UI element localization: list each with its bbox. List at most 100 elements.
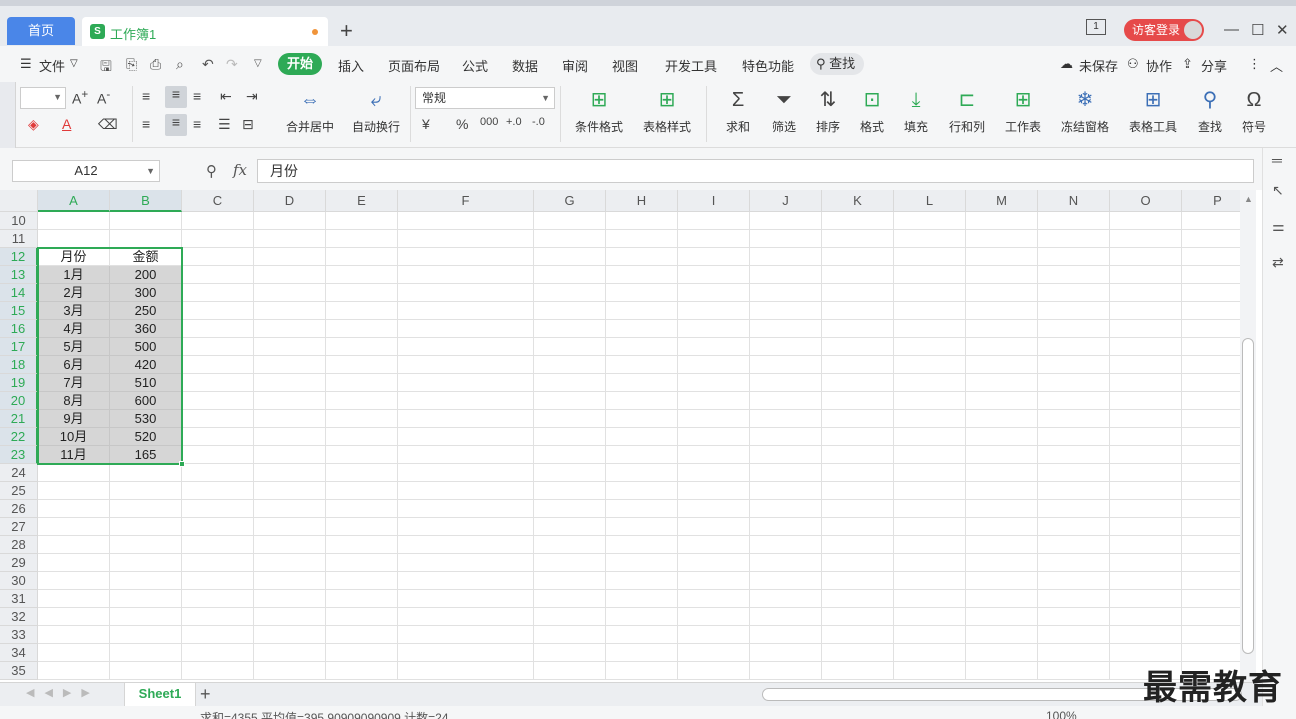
cell-n10[interactable] [1038,212,1110,230]
cell-d14[interactable] [254,284,326,302]
row-header-35[interactable]: 35 [0,662,38,680]
format-button[interactable]: ⊡ 格式 [852,88,892,135]
cell-b10[interactable] [110,212,182,230]
cell-n32[interactable] [1038,608,1110,626]
settings-sliders-icon[interactable]: ⚌ [1272,218,1285,235]
cell-k28[interactable] [822,536,894,554]
cell-e16[interactable] [326,320,398,338]
cell-l35[interactable] [894,662,966,680]
cell-d34[interactable] [254,644,326,662]
cell-m22[interactable] [966,428,1038,446]
cell-b22[interactable]: 520 [110,428,182,446]
cell-e23[interactable] [326,446,398,464]
cell-l16[interactable] [894,320,966,338]
new-tab-button[interactable]: + [340,19,353,43]
cell-g32[interactable] [534,608,606,626]
cell-k26[interactable] [822,500,894,518]
cell-j31[interactable] [750,590,822,608]
cell-n18[interactable] [1038,356,1110,374]
row-header-32[interactable]: 32 [0,608,38,626]
cell-m15[interactable] [966,302,1038,320]
cell-l12[interactable] [894,248,966,266]
row-header-17[interactable]: 17 [0,338,38,356]
cell-i27[interactable] [678,518,750,536]
cell-o27[interactable] [1110,518,1182,536]
cell-g35[interactable] [534,662,606,680]
cell-h18[interactable] [606,356,678,374]
align-right-icon[interactable]: ≡ [193,116,201,132]
percent-button[interactable]: % [456,116,468,132]
cell-e24[interactable] [326,464,398,482]
cell-o31[interactable] [1110,590,1182,608]
cell-g14[interactable] [534,284,606,302]
cell-m17[interactable] [966,338,1038,356]
cell-l29[interactable] [894,554,966,572]
sync-icon[interactable]: ⇄ [1272,254,1284,271]
cell-i33[interactable] [678,626,750,644]
cell-d18[interactable] [254,356,326,374]
cell-k27[interactable] [822,518,894,536]
column-header-k[interactable]: K [822,190,894,212]
row-header-12[interactable]: 12 [0,248,38,266]
cell-a21[interactable]: 9月 [38,410,110,428]
zoom-level[interactable]: 100% [1046,709,1077,719]
cell-h12[interactable] [606,248,678,266]
redo-icon[interactable]: ↷ [226,56,238,73]
column-header-b[interactable]: B [110,190,182,212]
fill-color-icon[interactable]: ◈ [28,116,39,133]
cell-m31[interactable] [966,590,1038,608]
guest-login-button[interactable]: 访客登录 [1124,19,1204,41]
cell-h35[interactable] [606,662,678,680]
cell-a34[interactable] [38,644,110,662]
justify-icon[interactable]: ☰ [218,116,231,133]
menu-view[interactable]: 视图 [612,56,638,75]
cell-g17[interactable] [534,338,606,356]
cell-p21[interactable] [1182,410,1240,428]
cell-h29[interactable] [606,554,678,572]
cell-k32[interactable] [822,608,894,626]
cell-b28[interactable] [110,536,182,554]
cell-o26[interactable] [1110,500,1182,518]
cell-h21[interactable] [606,410,678,428]
cell-g31[interactable] [534,590,606,608]
row-header-31[interactable]: 31 [0,590,38,608]
decrease-decimal-button[interactable]: -.0 [532,116,545,128]
cell-h14[interactable] [606,284,678,302]
formula-input[interactable]: 月份 [257,159,1254,183]
cell-p24[interactable] [1182,464,1240,482]
row-header-23[interactable]: 23 [0,446,38,464]
cell-f30[interactable] [398,572,534,590]
cell-a35[interactable] [38,662,110,680]
spreadsheet-grid[interactable]: A B C D E F G H I J K L M N O P 10 11 12 月份 金额 13 1月 200 14 2月 300… [0,190,1240,682]
cell-m35[interactable] [966,662,1038,680]
cell-i13[interactable] [678,266,750,284]
cell-l28[interactable] [894,536,966,554]
cell-k17[interactable] [822,338,894,356]
row-header-18[interactable]: 18 [0,356,38,374]
ribbon-scroll-left[interactable] [0,82,16,148]
cell-e29[interactable] [326,554,398,572]
cell-d10[interactable] [254,212,326,230]
cell-a22[interactable]: 10月 [38,428,110,446]
cell-o17[interactable] [1110,338,1182,356]
cell-i15[interactable] [678,302,750,320]
cell-n13[interactable] [1038,266,1110,284]
cell-p33[interactable] [1182,626,1240,644]
cell-b15[interactable]: 250 [110,302,182,320]
cell-i30[interactable] [678,572,750,590]
cell-e22[interactable] [326,428,398,446]
cell-n21[interactable] [1038,410,1110,428]
currency-button[interactable]: ¥ [422,116,430,132]
cell-i10[interactable] [678,212,750,230]
cell-k35[interactable] [822,662,894,680]
cell-f22[interactable] [398,428,534,446]
cell-m14[interactable] [966,284,1038,302]
cell-d21[interactable] [254,410,326,428]
cell-c13[interactable] [182,266,254,284]
cell-n15[interactable] [1038,302,1110,320]
column-header-i[interactable]: I [678,190,750,212]
cell-g25[interactable] [534,482,606,500]
row-header-11[interactable]: 11 [0,230,38,248]
tab-home[interactable]: 首页 [7,17,75,45]
cell-c21[interactable] [182,410,254,428]
